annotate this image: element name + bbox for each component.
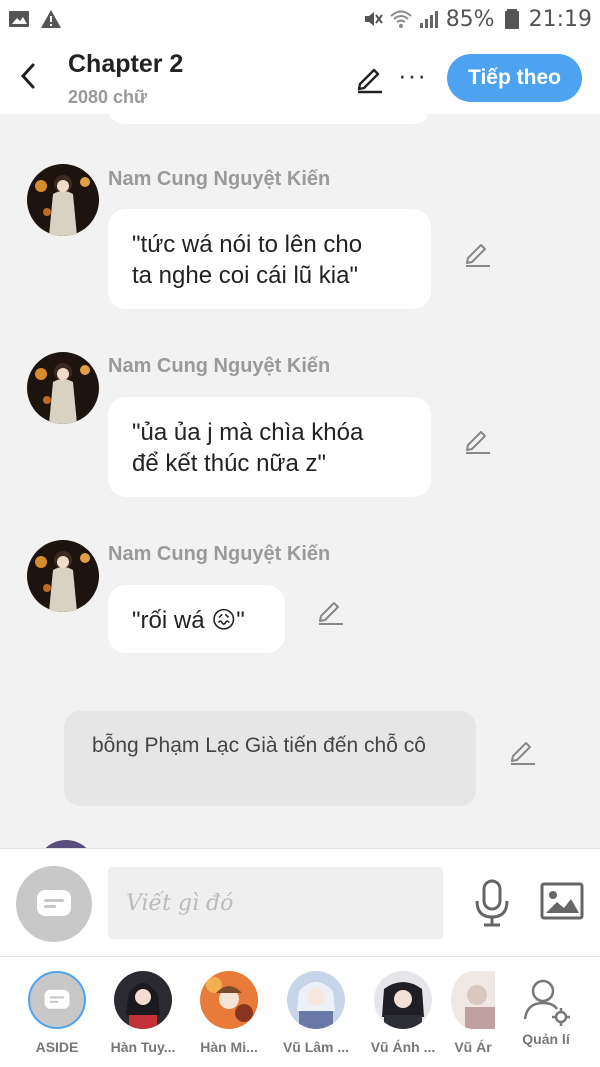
character-portrait-icon xyxy=(451,971,495,1029)
message-bubble[interactable]: "tức wá nói to lên cho ta nghe coi cái l… xyxy=(108,209,431,309)
avatar xyxy=(451,971,495,1029)
character-label: Vũ Ár xyxy=(454,1039,492,1055)
chapter-header: Chapter 2 2080 chữ ··· Tiếp theo xyxy=(0,38,600,114)
character-portrait-icon xyxy=(27,352,99,424)
warning-icon xyxy=(41,10,61,28)
previous-message-bubble xyxy=(108,114,430,124)
microphone-icon[interactable] xyxy=(472,879,512,927)
avatar xyxy=(287,971,345,1029)
avatar xyxy=(36,840,96,848)
clock: 21:19 xyxy=(528,6,592,32)
speaker-name: Nam Cung Nguyệt Kiến xyxy=(108,543,331,565)
chat-bubble-icon xyxy=(37,890,71,916)
avatar[interactable] xyxy=(27,352,99,424)
battery-percent: 85% xyxy=(445,6,495,32)
message-bubble[interactable]: "ủa ủa j mà chìa khóa để kết thúc nữa z" xyxy=(108,397,431,497)
character-label: Hàn Tuy... xyxy=(110,1039,176,1055)
status-bar: 85% 21:19 xyxy=(0,0,600,38)
back-button[interactable] xyxy=(14,58,42,94)
character-label: Hàn Mi... xyxy=(200,1039,258,1055)
character-vu-lam[interactable]: Vũ Lâm ... xyxy=(280,971,352,1055)
avatar xyxy=(374,971,432,1029)
speaker-name: Nam Cung Nguyệt Kiến xyxy=(108,355,331,377)
avatar[interactable] xyxy=(27,164,99,236)
character-portrait-icon xyxy=(27,540,99,612)
edit-message-icon[interactable] xyxy=(316,596,346,626)
aside-toggle-button[interactable] xyxy=(16,866,92,942)
message-line: "tức wá nói to lên cho xyxy=(132,231,363,258)
chapter-title: Chapter 2 xyxy=(68,50,184,78)
character-vu-anh[interactable]: Vũ Ánh ... xyxy=(367,971,439,1055)
chat-area[interactable]: Nam Cung Nguyệt Kiến "tức wá nói to lên … xyxy=(0,114,600,848)
character-bar: ASIDE Hàn Tuy... Hàn Mi... Vũ Lâm ... Vũ… xyxy=(0,956,600,1067)
edit-title-icon[interactable] xyxy=(354,62,386,94)
character-aside[interactable]: ASIDE xyxy=(21,971,93,1055)
character-vu-ar[interactable]: Vũ Ár xyxy=(450,971,496,1055)
message-line: "ủa ủa j mà chìa khóa xyxy=(132,419,364,446)
character-label: Vũ Ánh ... xyxy=(370,1039,436,1055)
character-portrait-icon xyxy=(374,971,432,1029)
signal-icon xyxy=(419,11,438,28)
character-portrait-icon xyxy=(287,971,345,1029)
character-portrait-icon xyxy=(200,971,258,1029)
image-upload-icon[interactable] xyxy=(540,881,584,921)
wifi-icon xyxy=(390,10,412,28)
battery-icon xyxy=(504,9,519,29)
mute-icon xyxy=(364,12,383,26)
next-chapter-button[interactable]: Tiếp theo xyxy=(447,54,582,102)
message-bubble[interactable]: "rối wá 😖" xyxy=(108,585,285,653)
character-portrait-icon xyxy=(27,164,99,236)
message-line: để kết thúc nữa z" xyxy=(132,450,327,477)
message-line: "rối wá 😖" xyxy=(132,607,245,634)
character-label: ASIDE xyxy=(35,1039,79,1055)
edit-narration-icon[interactable] xyxy=(508,736,538,766)
manage-characters-button[interactable]: Quản lí xyxy=(510,971,582,1047)
avatar[interactable] xyxy=(27,540,99,612)
message-composer xyxy=(0,848,600,956)
character-han-mi[interactable]: Hàn Mi... xyxy=(193,971,265,1055)
image-notification-icon xyxy=(9,11,29,27)
narration-bubble[interactable]: bỗng Phạm Lạc Già tiến đến chỗ cô xyxy=(64,711,476,806)
chevron-left-icon xyxy=(20,63,35,89)
avatar xyxy=(114,971,172,1029)
avatar xyxy=(200,971,258,1029)
aside-avatar xyxy=(28,971,86,1029)
character-portrait-icon xyxy=(114,971,172,1029)
character-label: Quản lí xyxy=(522,1031,570,1047)
edit-message-icon[interactable] xyxy=(463,238,493,268)
word-count: 2080 chữ xyxy=(68,87,148,107)
character-han-tuy[interactable]: Hàn Tuy... xyxy=(107,971,179,1055)
message-input[interactable] xyxy=(108,867,443,939)
more-options-button[interactable]: ··· xyxy=(398,60,427,91)
chat-bubble-icon xyxy=(44,989,70,1009)
user-settings-icon xyxy=(523,979,570,1026)
speaker-name: Nam Cung Nguyệt Kiến xyxy=(108,168,331,190)
message-line: ta nghe coi cái lũ kia" xyxy=(132,262,358,289)
character-label: Vũ Lâm ... xyxy=(282,1039,350,1055)
edit-message-icon[interactable] xyxy=(463,425,493,455)
